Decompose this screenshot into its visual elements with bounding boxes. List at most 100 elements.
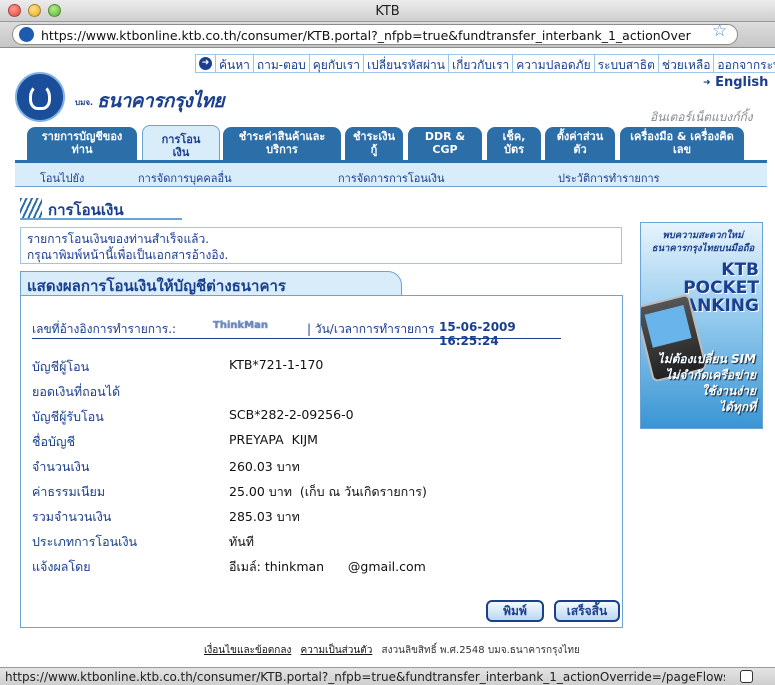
terms-link[interactable]: เงื่อนไขและข้อตกลง <box>204 645 291 656</box>
result-panel: เลขที่อ้างอิงการทำรายการ.: ThinkMan | วั… <box>20 295 623 628</box>
tab-label-line1: เครื่องมือ & เครื่องคิด <box>630 130 734 143</box>
field-value: อีเมล์: thinkman @gmail.com <box>229 559 426 574</box>
tab-label-line1: ชำระเงิน <box>352 130 396 143</box>
tab-tools-calculator[interactable]: เครื่องมือ & เครื่องคิด เลข <box>620 127 744 161</box>
privacy-link[interactable]: ความเป็นส่วนตัว <box>301 645 373 656</box>
reference-label: เลขที่อ้างอิงการทำรายการ.: <box>32 322 177 336</box>
tab-label-line2: เลข <box>672 143 692 156</box>
field-label: ประเภทการโอนเงิน <box>32 534 138 549</box>
site-favicon-icon <box>19 27 34 42</box>
subtab-transfer-to[interactable]: โอนไปยัง <box>40 169 84 187</box>
success-notice: รายการโอนเงินของท่านสำเร็จแล้ว. กรุณาพิม… <box>20 227 622 264</box>
tab-personal-settings[interactable]: ตั้งค่าส่วน ตัว <box>545 127 615 161</box>
language-label: English <box>715 75 769 90</box>
address-bar: https://www.ktbonline.ktb.co.th/consumer… <box>0 22 775 48</box>
ad-bottom-text: ไม่ต้องเปลี่ยน SIM ไม่จำกัดเครือข่าย ใช้… <box>646 351 756 415</box>
tab-cheque-card[interactable]: เช็ค, บัตร <box>487 127 541 161</box>
field-label: ค่าธรรมเนียม <box>32 484 106 499</box>
subtab-history[interactable]: ประวัติการทำรายการ <box>558 169 660 187</box>
field-account-name: ชื่อบัญชี PREYAPA KIJM <box>32 432 592 450</box>
link-contact[interactable]: คุยกับเรา <box>310 55 364 72</box>
tab-label-line1: เช็ค, <box>502 130 526 143</box>
tab-accounts[interactable]: รายการบัญชีของ ท่าน <box>27 127 137 161</box>
field-value: PREYAPA KIJM <box>229 432 318 447</box>
tab-label-line1: ตั้งค่าส่วน <box>556 130 604 143</box>
link-about[interactable]: เกี่ยวกับเรา <box>449 55 514 72</box>
title-stripes-icon <box>20 198 42 218</box>
datetime-label: | วัน/เวลาการทำรายการ <box>307 322 435 336</box>
tab-label-line1: DDR & <box>424 130 466 143</box>
window-title: KTB <box>375 4 400 19</box>
field-value: 260.03 บาท <box>229 459 300 474</box>
reference-row: เลขที่อ้างอิงการทำรายการ.: ThinkMan | วั… <box>32 319 561 348</box>
section-title: การโอนเงิน <box>20 198 182 220</box>
url-text[interactable]: https://www.ktbonline.ktb.co.th/consumer… <box>41 28 691 43</box>
field-label: บัญชีผู้รับโอน <box>32 409 104 424</box>
notice-line-2: กรุณาพิมพ์หน้านี้เพื่อเป็นเอกสารอ้างอิง. <box>27 248 229 262</box>
field-to-account: บัญชีผู้รับโอน SCB*282-2-09256-0 <box>32 407 592 425</box>
link-security[interactable]: ความปลอดภัย <box>513 55 595 72</box>
section-title-text: การโอนเงิน <box>48 201 124 219</box>
ad-bottom-line-4: ได้ทุกที่ <box>719 400 756 414</box>
field-withdrawable: ยอดเงินที่ถอนได้ <box>32 382 592 400</box>
tab-bill-payment[interactable]: ชำระค่าสินค้าและ บริการ <box>223 127 341 161</box>
link-logout[interactable]: ออกจากระบบ <box>714 55 775 72</box>
subtab-manage-others[interactable]: การจัดการบุคคลอื่น <box>138 169 232 187</box>
link-help[interactable]: ช่วยเหลือ <box>659 55 715 72</box>
field-notify-by: แจ้งผลโดย อีเมล์: thinkman @gmail.com <box>32 557 592 575</box>
tab-label-line2: บัตร <box>503 143 525 156</box>
arrow-right-icon: ➜ <box>199 57 212 70</box>
ad-top-line-1: พบความสะดวกใหม่ <box>662 230 744 241</box>
logo-bird-icon <box>29 84 51 110</box>
done-button[interactable]: เสร็จสิ้น <box>554 600 620 622</box>
tab-label-line2: บริการ <box>266 143 298 156</box>
result-panel-header: แสดงผลการโอนเงินให้บัญชีต่างธนาคาร <box>20 271 402 295</box>
link-demo[interactable]: ระบบสาธิต <box>595 55 659 72</box>
field-label: ยอดเงินที่ถอนได้ <box>32 384 121 399</box>
print-button[interactable]: พิมพ์ <box>486 600 544 622</box>
datetime-value: 15-06-2009 16:25:24 <box>439 320 516 348</box>
url-field[interactable]: https://www.ktbonline.ktb.co.th/consumer… <box>12 24 738 45</box>
arrow-right-icon: ➜ <box>703 78 711 88</box>
language-switch[interactable]: ➜ English <box>703 75 768 90</box>
field-value: ทันที <box>229 534 255 549</box>
bank-logo[interactable] <box>15 72 65 122</box>
tab-loan-payment[interactable]: ชำระเงิน กู้ <box>345 127 403 161</box>
field-label: แจ้งผลโดย <box>32 559 91 574</box>
tab-transfer[interactable]: การโอน เงิน <box>142 125 220 161</box>
field-value: SCB*282-2-09256-0 <box>229 407 354 422</box>
page-footer: เงื่อนไขและข้อตกลง ความเป็นส่วนตัว สงวนล… <box>204 643 580 658</box>
field-transfer-type: ประเภทการโอนเงิน ทันที <box>32 532 592 550</box>
tab-label-line2: ท่าน <box>71 143 93 156</box>
window-titlebar: KTB <box>0 0 775 22</box>
status-url: https://www.ktbonline.ktb.co.th/consumer… <box>5 670 725 684</box>
field-label: บัญชีผู้โอน <box>32 359 90 374</box>
field-label: จำนวนเงิน <box>32 459 90 474</box>
tab-label-line2: CGP <box>432 143 458 156</box>
subtab-manage-transfers[interactable]: การจัดการการโอนเงิน <box>338 169 445 187</box>
bank-prefix: บมจ. <box>75 98 94 107</box>
field-value: 285.03 บาท <box>229 509 300 524</box>
tab-ddr-cgp[interactable]: DDR & CGP <box>408 127 482 161</box>
field-fee: ค่าธรรมเนียม 25.00 บาท (เก็บ ณ วันเกิดราย… <box>32 482 592 500</box>
top-links: ➜ ค้นหา ถาม-ตอบ คุยกับเรา เปลี่ยนรหัสผ่า… <box>195 54 775 73</box>
link-faq[interactable]: ถาม-ตอบ <box>254 55 310 72</box>
tab-label-line1: รายการบัญชีของ <box>41 130 123 143</box>
bank-name: ธนาคารกรุงไทย <box>97 90 225 112</box>
status-bar: https://www.ktbonline.ktb.co.th/consumer… <box>0 667 775 685</box>
copyright-text: สงวนลิขสิทธิ์ พ.ศ.2548 บมจ.ธนาคารกรุงไทย <box>381 645 580 656</box>
bookmark-star-icon[interactable]: ☆ <box>712 23 727 40</box>
notice-line-1: รายการโอนเงินของท่านสำเร็จแล้ว. <box>27 232 210 246</box>
ad-top-line-2: ธนาคารกรุงไทยบนมือถือ <box>651 243 755 254</box>
tab-label-line2: กู้ <box>370 143 378 156</box>
field-value: KTB*721-1-170 <box>229 357 324 372</box>
phone-screen <box>644 305 692 348</box>
field-value: 25.00 บาท (เก็บ ณ วันเกิดรายการ) <box>229 484 427 499</box>
link-change-password[interactable]: เปลี่ยนรหัสผ่าน <box>364 55 449 72</box>
ktb-pocket-banking-ad[interactable]: พบความสะดวกใหม่ ธนาคารกรุงไทยบนมือถือ KT… <box>640 222 763 429</box>
ad-brand-line-1: KTB POCKET <box>683 260 759 298</box>
link-search[interactable]: ค้นหา <box>216 55 254 72</box>
tab-label-line1: ชำระค่าสินค้าและ <box>238 130 326 143</box>
reference-value: ThinkMan <box>213 320 268 331</box>
ad-bottom-line-1: ไม่ต้องเปลี่ยน SIM <box>657 352 756 366</box>
